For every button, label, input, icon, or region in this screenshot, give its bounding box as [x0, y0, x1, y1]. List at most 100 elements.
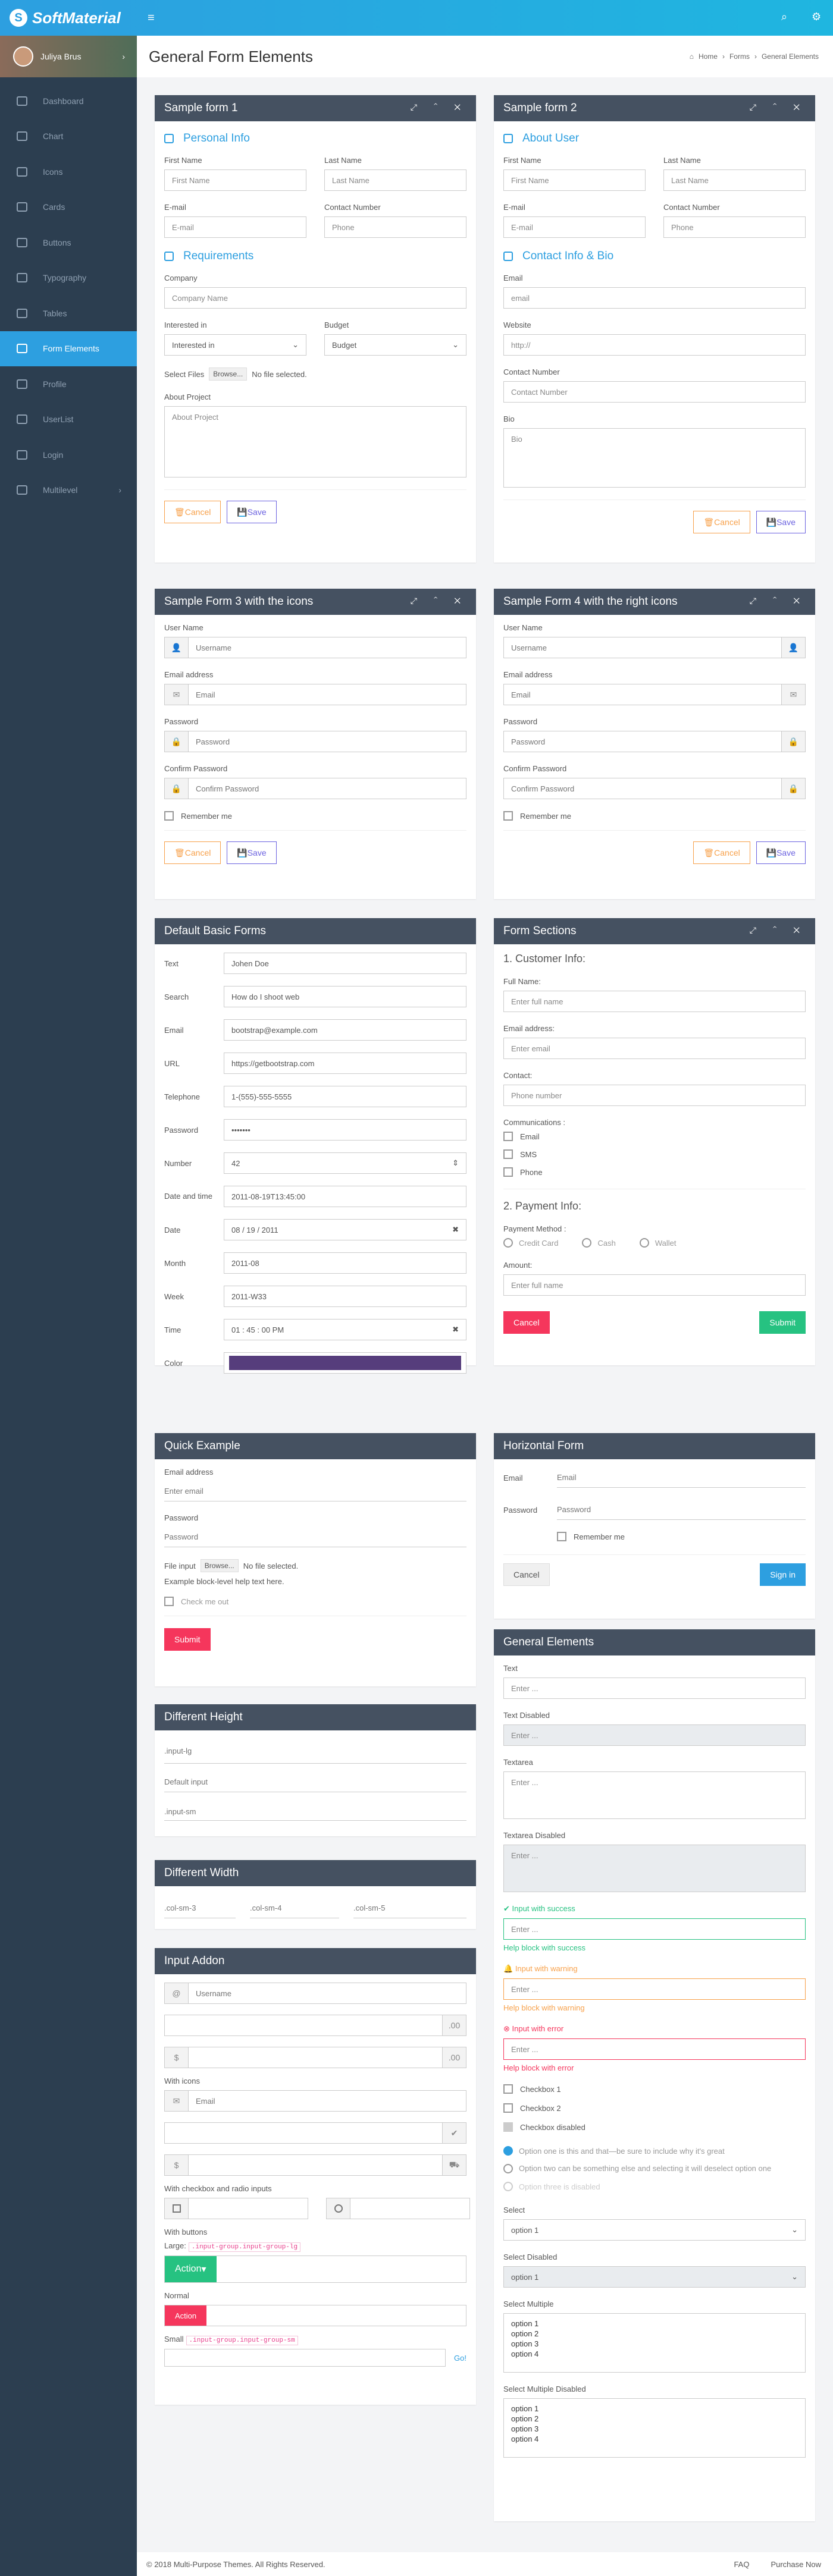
contact-input[interactable] [503, 1085, 806, 1106]
check-input[interactable] [165, 2123, 442, 2143]
email-input[interactable] [164, 216, 306, 238]
sidebar-item-icons[interactable]: Icons [0, 154, 137, 190]
website-input[interactable] [503, 334, 806, 356]
card-tools-icons[interactable]: ⤢ ⌃ ✕ [411, 596, 468, 606]
card-tools-icons[interactable]: ⤢ ⌃ ✕ [750, 925, 807, 935]
sidebar-item-userlist[interactable]: UserList [0, 402, 137, 438]
cancel-button[interactable]: 🗑 Cancel [164, 501, 221, 523]
username-input[interactable] [189, 1983, 466, 2003]
gear-icon[interactable]: ⚙ [812, 11, 821, 23]
search-icon[interactable]: ⌕ [781, 11, 787, 23]
checkbox-2[interactable]: Checkbox 2 [503, 2103, 806, 2113]
save-button[interactable]: 💾 Save [227, 841, 277, 864]
checkbox-1[interactable]: Checkbox 1 [503, 2084, 806, 2094]
sms-checkbox[interactable]: SMS [503, 1149, 806, 1159]
text-input[interactable] [503, 1677, 806, 1699]
sidebar-item-profile[interactable]: Profile [0, 366, 137, 402]
remember-checkbox[interactable]: Remember me [164, 811, 466, 821]
amount-input[interactable] [503, 1274, 806, 1296]
sign-in-button[interactable]: Sign in [760, 1563, 806, 1586]
small-input[interactable] [164, 2349, 446, 2367]
checkbox-input[interactable] [189, 2198, 308, 2219]
first-name-input[interactable] [164, 169, 306, 191]
clear-icon[interactable]: ✖ [452, 1325, 459, 1334]
error-input[interactable] [503, 2038, 806, 2060]
budget-select[interactable]: Budget ⌄ [324, 334, 466, 356]
purchase-link[interactable]: Purchase Now [771, 2560, 821, 2569]
email-input[interactable] [503, 216, 646, 238]
faq-link[interactable]: FAQ [734, 2560, 749, 2569]
search-input[interactable]: How do I shoot web [224, 986, 466, 1007]
bio-textarea[interactable] [503, 428, 806, 488]
last-name-input[interactable] [663, 169, 806, 191]
submit-button[interactable]: Submit [164, 1628, 211, 1651]
wallet-radio[interactable]: Wallet [639, 1238, 676, 1248]
success-input[interactable] [503, 1918, 806, 1940]
password-input[interactable] [557, 1500, 806, 1520]
about-textarea[interactable] [164, 406, 466, 477]
user-panel[interactable]: Juliya Brus › [0, 36, 137, 77]
password-input[interactable] [189, 731, 466, 752]
submit-button[interactable]: Submit [759, 1311, 806, 1334]
action-button[interactable]: Action [165, 2305, 207, 2326]
password-input[interactable]: ••••••• [224, 1119, 466, 1141]
sidebar-item-tables[interactable]: Tables [0, 296, 137, 331]
radio-option-2[interactable]: Option two can be something else and sel… [503, 2164, 806, 2173]
sidebar-item-dashboard[interactable]: Dashboard [0, 83, 137, 119]
action-dropdown-button[interactable]: Action ▾ [165, 2256, 217, 2282]
warning-input[interactable] [503, 1978, 806, 2000]
check-me-checkbox[interactable]: Check me out [164, 1597, 466, 1606]
number-input[interactable]: 42 ⇕ [224, 1152, 466, 1174]
first-name-input[interactable] [503, 169, 646, 191]
radio-option-1[interactable]: Option one is this and that—be sure to i… [503, 2146, 806, 2156]
crumb-home[interactable]: Home [699, 52, 718, 61]
email-checkbox[interactable]: Email [503, 1132, 806, 1141]
cancel-button[interactable]: 🗑 Cancel [693, 841, 750, 864]
clear-icon[interactable]: ✖ [452, 1225, 459, 1234]
week-input[interactable]: 2011-W33 [224, 1286, 466, 1307]
remember-checkbox[interactable]: Remember me [557, 1532, 806, 1541]
company-input[interactable] [164, 287, 466, 309]
select-multiple[interactable]: option 1 option 2 option 3 option 4 [503, 2313, 806, 2373]
card-tools-icons[interactable]: ⤢ ⌃ ✕ [750, 102, 807, 112]
cancel-button[interactable]: 🗑 Cancel [693, 511, 750, 533]
full-name-input[interactable] [503, 991, 806, 1012]
brand-logo[interactable]: S SoftMaterial [0, 0, 137, 36]
cancel-button[interactable]: 🗑 Cancel [164, 841, 221, 864]
input-lg[interactable] [164, 1739, 466, 1764]
email-field[interactable] [503, 287, 806, 309]
sidebar-item-login[interactable]: Login [0, 437, 137, 473]
sidebar-item-typography[interactable]: Typography [0, 260, 137, 296]
date-input[interactable]: 08 / 19 / 2011 ✖ [224, 1219, 466, 1240]
email-input[interactable] [189, 684, 466, 705]
email-input[interactable] [504, 684, 781, 705]
datetime-input[interactable]: 2011-08-19T13:45:00 [224, 1186, 466, 1207]
checkbox-addon[interactable] [165, 2198, 189, 2219]
select[interactable]: option 1 ⌄ [503, 2219, 806, 2241]
save-button[interactable]: 💾 Save [756, 511, 806, 533]
radio-input[interactable] [350, 2198, 469, 2219]
email-input[interactable] [557, 1468, 806, 1488]
contact-input[interactable] [503, 381, 806, 403]
password-input[interactable] [164, 1527, 466, 1547]
sidebar-item-multilevel[interactable]: Multilevel › [0, 473, 137, 508]
email-input[interactable] [189, 2091, 466, 2111]
col-sm-4-input[interactable] [250, 1898, 339, 1918]
spinner-icon[interactable]: ⇕ [452, 1158, 459, 1168]
sidebar-item-form-elements[interactable]: Form Elements [0, 331, 137, 366]
sidebar-item-buttons[interactable]: Buttons [0, 225, 137, 260]
sidebar-item-cards[interactable]: Cards [0, 190, 137, 225]
card-tools-icons[interactable]: ⤢ ⌃ ✕ [750, 596, 807, 606]
phone-checkbox[interactable]: Phone [503, 1167, 806, 1177]
save-button[interactable]: 💾 Save [227, 501, 277, 523]
last-name-input[interactable] [324, 169, 466, 191]
color-input[interactable] [224, 1352, 466, 1374]
phone-input[interactable] [663, 216, 806, 238]
radio-addon[interactable] [327, 2198, 350, 2219]
menu-toggle-icon[interactable]: ≡ [148, 11, 155, 25]
input-sm[interactable] [164, 1803, 466, 1821]
price-input[interactable] [189, 2047, 442, 2068]
time-input[interactable]: 01 : 45 : 00 PM ✖ [224, 1319, 466, 1340]
cancel-button[interactable]: Cancel [503, 1311, 550, 1334]
month-input[interactable]: 2011-08 [224, 1252, 466, 1274]
